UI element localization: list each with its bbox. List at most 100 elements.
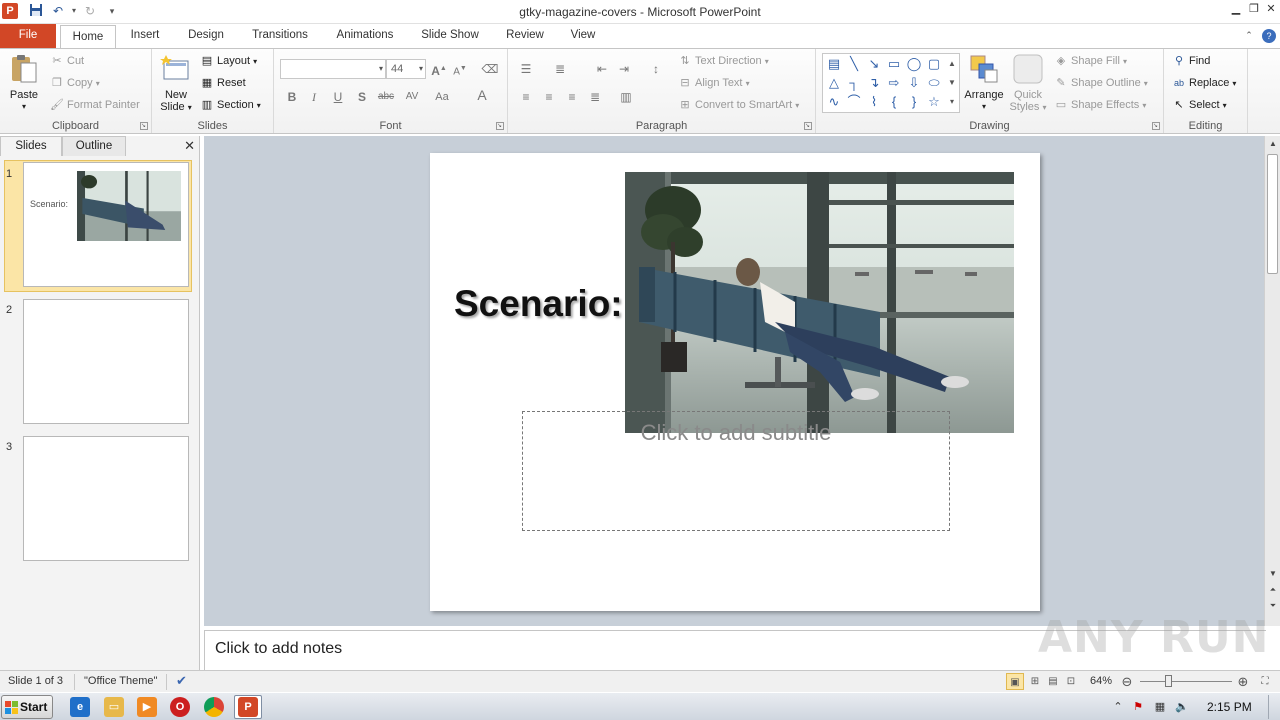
tab-home[interactable]: Home bbox=[60, 25, 116, 49]
underline-icon[interactable]: U bbox=[328, 87, 348, 107]
down-arrow-shape-icon[interactable]: ⇩ bbox=[905, 74, 923, 92]
tab-animations[interactable]: Animations bbox=[330, 24, 400, 48]
copy-button[interactable]: ❐ Copy ▾ bbox=[50, 74, 100, 92]
normal-view-icon[interactable]: ▣ bbox=[1006, 673, 1024, 690]
change-case-icon[interactable]: Aa bbox=[432, 87, 452, 107]
new-slide-button[interactable]: New Slide ▾ bbox=[156, 53, 196, 114]
grow-font-icon[interactable]: A▲ bbox=[429, 59, 449, 79]
airport-photo[interactable] bbox=[625, 172, 1014, 433]
tab-view[interactable]: View bbox=[564, 24, 602, 48]
tab-file[interactable]: File bbox=[0, 24, 56, 48]
cut-button[interactable]: ✂ Cut bbox=[50, 52, 84, 70]
curve-shape-icon[interactable]: ∿ bbox=[825, 93, 843, 111]
font-color-icon[interactable]: A bbox=[472, 85, 492, 105]
opera-icon[interactable]: O bbox=[170, 697, 190, 717]
quick-styles-button[interactable]: Quick Styles ▾ bbox=[1008, 53, 1048, 114]
zoom-out-icon[interactable]: ⊖ bbox=[1118, 673, 1136, 690]
tab-design[interactable]: Design bbox=[182, 24, 230, 48]
text-shadow-icon[interactable]: S bbox=[352, 87, 372, 107]
strikethrough-icon[interactable]: abc bbox=[376, 87, 396, 107]
tab-outline-pane[interactable]: Outline bbox=[62, 136, 126, 156]
right-brace-shape-icon[interactable]: } bbox=[905, 93, 923, 111]
slide-thumbnail-3[interactable] bbox=[23, 436, 189, 561]
freeform-shape-icon[interactable]: ⌇ bbox=[865, 93, 883, 111]
rectangle-shape-icon[interactable]: ▭ bbox=[885, 55, 903, 73]
tab-transitions[interactable]: Transitions bbox=[244, 24, 316, 48]
align-right-icon[interactable]: ≡ bbox=[562, 87, 582, 107]
decrease-indent-icon[interactable]: ⇤ bbox=[592, 59, 612, 79]
gallery-more-icon[interactable]: ▾ bbox=[945, 93, 959, 111]
restore-icon[interactable]: ❐ bbox=[1246, 2, 1262, 16]
elbow-arrow-icon[interactable]: ↴ bbox=[865, 74, 883, 92]
file-explorer-icon[interactable]: ▭ bbox=[104, 697, 124, 717]
textbox-shape-icon[interactable]: ▤ bbox=[825, 55, 843, 73]
current-slide[interactable]: Scenario: Click to add subtitle bbox=[430, 153, 1040, 611]
scroll-down-icon[interactable]: ▼ bbox=[1265, 568, 1280, 580]
star-shape-icon[interactable]: ☆ bbox=[925, 93, 943, 111]
zoom-slider-knob[interactable] bbox=[1164, 675, 1172, 687]
arrange-button[interactable]: Arrange ▾ bbox=[964, 53, 1004, 113]
zoom-level[interactable]: 64% bbox=[1090, 675, 1112, 687]
oval-shape-icon[interactable]: ◯ bbox=[905, 55, 923, 73]
layout-button[interactable]: ▤ Layout ▾ bbox=[200, 52, 257, 70]
line-spacing-icon[interactable]: ↕ bbox=[646, 59, 666, 79]
align-center-icon[interactable]: ≡ bbox=[539, 87, 559, 107]
left-brace-shape-icon[interactable]: { bbox=[885, 93, 903, 111]
align-left-icon[interactable]: ≡ bbox=[516, 87, 536, 107]
elbow-connector-icon[interactable]: ┐ bbox=[845, 74, 863, 92]
reset-button[interactable]: ▦ Reset bbox=[200, 74, 246, 92]
slide-thumbnail-1[interactable]: Scenario: bbox=[23, 162, 189, 287]
font-launcher-icon[interactable]: ↘ bbox=[496, 122, 504, 130]
network-icon[interactable]: ▦ bbox=[1152, 699, 1168, 715]
font-name-field[interactable]: ▾ bbox=[280, 59, 386, 79]
clear-formatting-icon[interactable]: ⌫ bbox=[480, 59, 500, 79]
shape-outline-button[interactable]: ✎ Shape Outline ▾ bbox=[1054, 74, 1147, 92]
vertical-scrollbar[interactable]: ▲ ▼ ⏶ ⏷ bbox=[1264, 136, 1280, 626]
paragraph-launcher-icon[interactable]: ↘ bbox=[804, 122, 812, 130]
spell-check-icon[interactable]: ✔ bbox=[176, 673, 187, 689]
increase-indent-icon[interactable]: ⇥ bbox=[614, 59, 634, 79]
zoom-slider[interactable] bbox=[1140, 675, 1232, 687]
next-slide-icon[interactable]: ⏷ bbox=[1265, 600, 1280, 612]
numbering-icon[interactable]: ≣ bbox=[550, 59, 570, 79]
find-button[interactable]: ⚲ Find bbox=[1172, 52, 1210, 70]
gallery-down-icon[interactable]: ▼ bbox=[945, 74, 959, 92]
slide-title[interactable]: Scenario: bbox=[454, 283, 623, 325]
format-painter-button[interactable]: 🖌 Format Painter bbox=[50, 96, 140, 114]
tab-review[interactable]: Review bbox=[502, 24, 548, 48]
subtitle-placeholder[interactable]: Click to add subtitle bbox=[522, 411, 950, 531]
scroll-up-icon[interactable]: ▲ bbox=[1265, 138, 1280, 150]
columns-icon[interactable]: ▥ bbox=[616, 87, 636, 107]
line-shape-icon[interactable]: ╲ bbox=[845, 55, 863, 73]
select-button[interactable]: ↖ Select ▾ bbox=[1172, 96, 1226, 114]
chrome-icon[interactable] bbox=[204, 697, 224, 717]
internet-explorer-icon[interactable]: e bbox=[70, 697, 90, 717]
taskbar-clock[interactable]: 2:15 PM bbox=[1207, 700, 1252, 714]
shapes-gallery[interactable]: ▤ ╲ ↘ ▭ ◯ ▢ △ ┐ ↴ ⇨ ⇩ ⬭ ∿ ⌒ ⌇ { } ☆ ▲ ▼ … bbox=[822, 53, 960, 113]
convert-smartart-button[interactable]: ⊞ Convert to SmartArt ▾ bbox=[678, 96, 799, 114]
tab-slides-pane[interactable]: Slides bbox=[0, 136, 62, 156]
slide-sorter-view-icon[interactable]: ⊞ bbox=[1026, 673, 1044, 690]
replace-button[interactable]: ab Replace ▾ bbox=[1172, 74, 1236, 92]
reading-view-icon[interactable]: ▤ bbox=[1044, 673, 1062, 690]
arrow-line-shape-icon[interactable]: ↘ bbox=[865, 55, 883, 73]
help-icon[interactable]: ? bbox=[1262, 29, 1276, 43]
bold-icon[interactable]: B bbox=[282, 87, 302, 107]
arc-shape-icon[interactable]: ⌒ bbox=[845, 93, 863, 111]
shrink-font-icon[interactable]: A▼ bbox=[450, 59, 470, 79]
shape-effects-button[interactable]: ▭ Shape Effects ▾ bbox=[1054, 96, 1147, 114]
close-pane-icon[interactable]: ✕ bbox=[184, 138, 195, 154]
zoom-in-icon[interactable]: ⊕ bbox=[1234, 673, 1252, 690]
close-icon[interactable]: ✕ bbox=[1263, 2, 1279, 16]
slide-thumbnail-2[interactable] bbox=[23, 299, 189, 424]
rounded-rect-shape-icon[interactable]: ▢ bbox=[925, 55, 943, 73]
paste-button[interactable]: Paste ▾ bbox=[4, 53, 44, 113]
tab-insert[interactable]: Insert bbox=[122, 24, 168, 48]
character-spacing-icon[interactable]: AV bbox=[402, 87, 422, 107]
gallery-up-icon[interactable]: ▲ bbox=[945, 55, 959, 73]
section-button[interactable]: ▥ Section ▾ bbox=[200, 96, 261, 114]
powerpoint-taskbar-button[interactable]: P bbox=[234, 695, 262, 719]
right-arrow-shape-icon[interactable]: ⇨ bbox=[885, 74, 903, 92]
volume-icon[interactable]: 🔈 bbox=[1174, 699, 1190, 715]
italic-icon[interactable]: I bbox=[304, 87, 324, 107]
